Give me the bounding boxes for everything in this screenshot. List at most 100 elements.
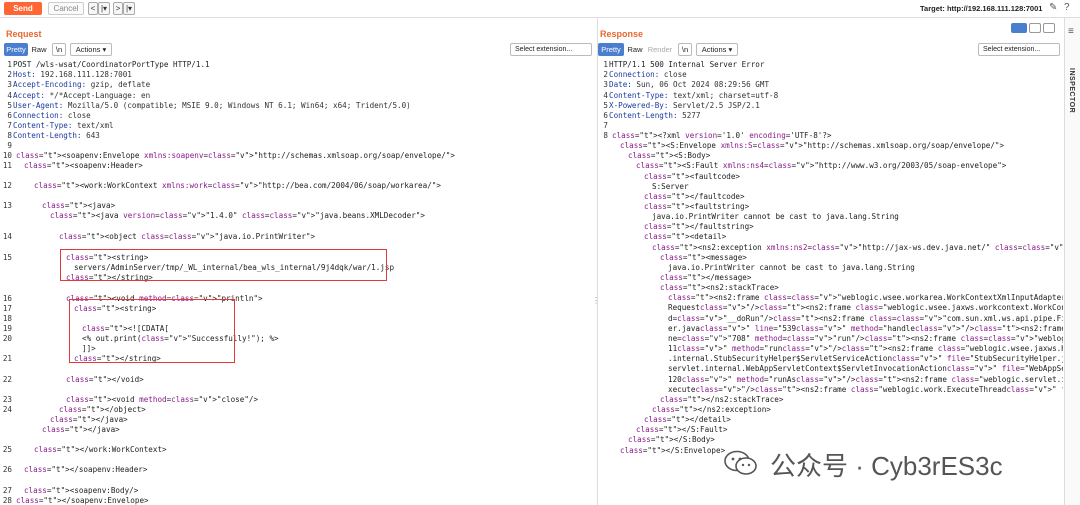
request-line-number: 18 (2, 314, 12, 323)
response-code-line: class="t"></message> (660, 273, 752, 282)
response-code-line: servlet.internal.WebAppServletContext$Se… (668, 364, 1063, 373)
request-line-number: 3 (7, 80, 12, 89)
request-code-line: class="t"><work:WorkContext xmlns:work=c… (34, 181, 441, 190)
request-line-number: 8 (7, 131, 12, 140)
response-code-line: java.io.PrintWriter cannot be cast to ja… (668, 263, 915, 272)
highlight-box-cdata-payload (69, 299, 235, 363)
inspector-sidebar[interactable]: ≡ INSPECTOR (1064, 18, 1080, 505)
request-line-number: 11 (2, 161, 12, 170)
response-code-line: class="t"></S:Fault> (636, 425, 728, 434)
request-line-number: 26 (2, 465, 12, 474)
response-code-line: Connection: close (609, 70, 687, 79)
inspector-label[interactable]: INSPECTOR (1068, 68, 1075, 113)
response-code-line: class="t"><S:Envelope xmlns:S=class="v">… (620, 141, 1005, 150)
request-line-number: 15 (2, 253, 12, 262)
response-code-line: 11class="v">" method="runclass="v">"/>cl… (668, 344, 1063, 353)
request-line-number: 12 (2, 181, 12, 190)
request-code-line: class="t"><soapenv:Body/> (24, 486, 139, 495)
response-code-line: class="t"></ns2:exception> (652, 405, 771, 414)
response-line-number: 4 (603, 91, 608, 100)
response-line-number: 8 (603, 131, 608, 140)
request-code-line: class="t"></work:WorkContext> (34, 445, 167, 454)
menu-icon[interactable]: ≡ (1068, 26, 1074, 37)
request-code-line: class="t"><object class=class="v">"java.… (59, 232, 316, 241)
response-code-line: class="t"><faultcode> (644, 172, 741, 181)
response-code-line: class="t"><ns2:exception xmlns:ns2=class… (652, 243, 1063, 252)
request-line-number: 9 (7, 141, 12, 150)
response-code-line: java.io.PrintWriter cannot be cast to ja… (652, 212, 899, 221)
wechat-logo-icon (724, 450, 757, 475)
response-code-line: Requestclass="v">"/>class="t"><ns2:frame… (668, 303, 1063, 312)
request-line-number: 4 (7, 91, 12, 100)
response-line-number: 7 (603, 121, 608, 130)
response-code-line: class="t"><ns2:stackTrace> (660, 283, 779, 292)
response-code-line: d=class="v">"__doRun"/>class="t"><ns2:fr… (668, 314, 1063, 323)
response-code-line: 120class="v">" method="runAsclass="v">"/… (668, 375, 1063, 384)
request-code-line: Accept: */*Accept-Language: en (13, 91, 151, 100)
request-code-line: Connection: close (13, 111, 91, 120)
response-code-line: class="t"><ns2:frame class=class="v">"we… (668, 293, 1063, 302)
response-code-line: .internal.StubSecurityHelper$ServletServ… (668, 354, 1063, 363)
response-line-number: 1 (603, 60, 608, 69)
request-code-line: class="t"><soapenv:Header> (24, 161, 143, 170)
highlight-box-file-path (60, 249, 387, 281)
response-code-line: class="t"></S:Envelope> (620, 446, 726, 455)
response-code-line: class="t"></ns2:stackTrace> (660, 395, 784, 404)
response-code-line: HTTP/1.1 500 Internal Server Error (609, 60, 765, 69)
request-code-line: class="t"></java> (50, 415, 128, 424)
response-code-line: S:Server (652, 182, 689, 191)
response-code-line: Date: Sun, 06 Oct 2024 08:29:56 GMT (609, 80, 770, 89)
request-line-number: 28 (2, 496, 12, 505)
request-code-line: User-Agent: Mozilla/5.0 (compatible; MSI… (13, 101, 411, 110)
response-code-line: Content-Type: text/xml; charset=utf-8 (609, 91, 779, 100)
help-icon[interactable]: ? (1064, 3, 1070, 13)
response-code-line: er.javaclass="v">" line="539class="v">" … (668, 324, 1063, 333)
request-line-number: 13 (2, 201, 12, 210)
response-editor[interactable]: 1 HTTP/1.1 500 Internal Server Error 2 Conn… (598, 0, 1063, 505)
response-code-line: class="t"></faultstring> (644, 222, 754, 231)
watermark-text: 公众号 · Cyb3rES3c (770, 451, 1003, 481)
request-line-number: 24 (2, 405, 12, 414)
request-code-line: class="t"><void method=class="v">"close"… (66, 395, 259, 404)
response-line-number: 6 (603, 111, 608, 120)
request-line-number: 21 (2, 354, 12, 363)
request-code-line: class="t"><soapenv:Envelope xmlns:soapen… (16, 151, 455, 160)
request-line-number: 5 (7, 101, 12, 110)
response-code-line: xecuteclass="v">"/>class="t"><ns2:frame … (668, 385, 1063, 394)
request-line-number: 23 (2, 395, 12, 404)
request-code-line: Accept-Encoding: gzip, deflate (13, 80, 151, 89)
response-line-number: 5 (603, 101, 608, 110)
request-code-line: POST /wls-wsat/CoordinatorPortType HTTP/… (13, 60, 210, 69)
request-code-line: Content-Type: text/xml (13, 121, 114, 130)
request-code-line: Content-Length: 643 (13, 131, 100, 140)
request-code-line: Host: 192.168.111.128:7001 (13, 70, 132, 79)
request-code-line: class="t"></java> (42, 425, 120, 434)
response-line-number: 2 (603, 70, 608, 79)
response-code-line: class="t"><S:Fault xmlns:ns4=class="v">"… (636, 161, 1007, 170)
request-line-number: 27 (2, 486, 12, 495)
request-code-line: class="t"></void> (66, 375, 144, 384)
request-code-line: class="t"><java version=class="v">"1.4.0… (50, 211, 425, 220)
request-line-number: 19 (2, 324, 12, 333)
request-line-number: 14 (2, 232, 12, 241)
response-code-line: X-Powered-By: Servlet/2.5 JSP/2.1 (609, 101, 760, 110)
request-code-line: class="t"></object> (59, 405, 146, 414)
response-code-line: class="t"></detail> (644, 415, 731, 424)
request-code-line: class="t"><java> (42, 201, 116, 210)
response-code-line: class="t"><message> (660, 253, 747, 262)
response-code-line: class="t"></faultcode> (644, 192, 745, 201)
response-code-line: class="t"><S:Body> (628, 151, 711, 160)
response-line-number: 3 (603, 80, 608, 89)
response-code-line: ne=class="v">"708" method=class="v">"run… (668, 334, 1063, 343)
request-line-number: 22 (2, 375, 12, 384)
request-line-number: 20 (2, 334, 12, 343)
request-line-number: 1 (7, 60, 12, 69)
request-line-number: 2 (7, 70, 12, 79)
request-line-number: 10 (2, 151, 12, 160)
request-line-number: 6 (7, 111, 12, 120)
request-line-number: 17 (2, 304, 12, 313)
response-code-line: class="t"><?xml version='1.0' encoding='… (612, 131, 832, 140)
response-code-line: class="t"></S:Body> (628, 435, 715, 444)
request-code-line: class="t"></soapenv:Envelope> (16, 496, 149, 505)
response-code-line: class="t"><detail> (644, 232, 727, 241)
